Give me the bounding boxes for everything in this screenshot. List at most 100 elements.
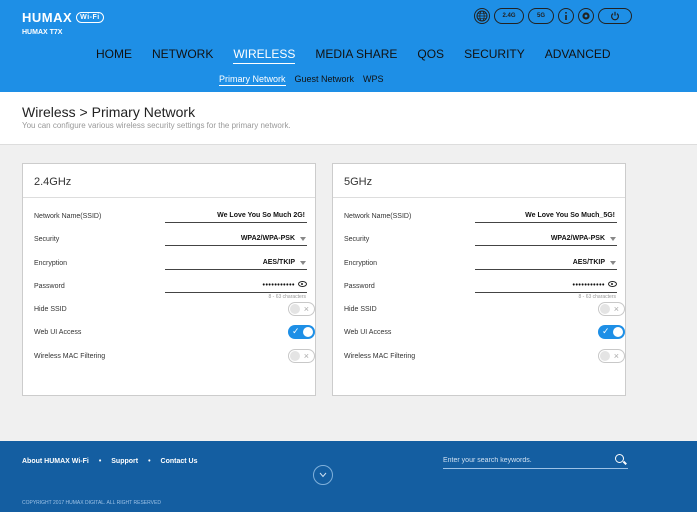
nav-qos[interactable]: QOS	[417, 47, 444, 64]
band-5g-icon[interactable]: 5G	[528, 8, 554, 24]
sub-nav: Primary Network Guest Network WPS	[219, 74, 393, 86]
nav-wireless[interactable]: WIRELESS	[233, 47, 296, 64]
chevron-down-icon	[300, 237, 306, 241]
chevron-down-icon	[610, 237, 616, 241]
toggle-knob	[290, 304, 300, 314]
check-icon: ✓	[292, 326, 300, 336]
eye-icon[interactable]	[298, 281, 307, 287]
nav-home[interactable]: HOME	[96, 47, 132, 64]
page-description: You can configure various wireless secur…	[22, 121, 291, 130]
hide-ssid-toggle[interactable]: ×	[598, 302, 625, 316]
footer-search	[443, 452, 628, 469]
power-icon[interactable]	[598, 8, 632, 24]
nav-network[interactable]: NETWORK	[152, 47, 213, 64]
row-hide-ssid: Hide SSID ×	[34, 302, 315, 320]
cross-icon: ×	[303, 304, 309, 314]
search-icon[interactable]	[615, 454, 624, 463]
page-title: Wireless > Primary Network	[22, 104, 196, 120]
encryption-select[interactable]: AES/TKIP	[165, 256, 307, 270]
password-field[interactable]: •••••••••••	[475, 279, 617, 293]
password-field[interactable]: •••••••••••	[165, 279, 307, 293]
subnav-primary-network[interactable]: Primary Network	[219, 74, 286, 86]
logo-text: HUMAX	[22, 10, 73, 25]
nav-media-share[interactable]: MEDIA SHARE	[315, 47, 397, 64]
footer-separator: •	[98, 458, 102, 465]
mac-filtering-toggle[interactable]: ×	[598, 349, 625, 363]
ssid-field[interactable]: We Love You So Much_5G!	[475, 209, 617, 223]
row-encryption: Encryption AES/TKIP	[344, 256, 617, 274]
footer-link-about[interactable]: About HUMAX Wi-Fi	[22, 458, 89, 465]
panel-2-4ghz: 2.4GHz Network Name(SSID) We Love You So…	[22, 163, 316, 396]
hide-ssid-toggle[interactable]: ×	[288, 302, 315, 316]
scroll-down-button[interactable]	[313, 465, 333, 485]
encryption-value: AES/TKIP	[572, 259, 605, 266]
label-hide-ssid: Hide SSID	[34, 306, 67, 313]
cross-icon: ×	[613, 351, 619, 361]
row-ssid: Network Name(SSID) We Love You So Much_5…	[344, 209, 617, 227]
subnav-guest-network[interactable]: Guest Network	[295, 74, 355, 86]
band-2g-label: 2.4G	[502, 13, 516, 19]
cross-icon: ×	[303, 351, 309, 361]
label-ssid: Network Name(SSID)	[344, 213, 412, 220]
footer-link-support[interactable]: Support	[111, 458, 138, 465]
toggle-knob	[613, 327, 623, 337]
label-encryption: Encryption	[34, 260, 68, 267]
label-password: Password	[34, 283, 65, 290]
copyright: COPYRIGHT 2017 HUMAX DIGITAL. ALL RIGHT …	[22, 500, 161, 506]
footer: About HUMAX Wi-Fi • Support • Contact Us…	[0, 441, 697, 512]
row-ssid: Network Name(SSID) We Love You So Much 2…	[34, 209, 307, 227]
row-web-ui: Web UI Access ✓	[34, 325, 315, 343]
password-value: •••••••••••	[572, 282, 605, 289]
row-encryption: Encryption AES/TKIP	[34, 256, 307, 274]
band-2g-icon[interactable]: 2.4G	[494, 8, 524, 24]
web-ui-access-toggle[interactable]: ✓	[288, 325, 315, 339]
security-select[interactable]: WPA2/WPA-PSK	[475, 232, 617, 246]
row-security: Security WPA2/WPA-PSK	[344, 232, 617, 250]
humax-logo[interactable]: HUMAX Wi-Fi	[22, 10, 104, 25]
chevron-down-icon	[319, 472, 327, 478]
mac-filtering-toggle[interactable]: ×	[288, 349, 315, 363]
label-web-ui: Web UI Access	[34, 329, 82, 336]
security-select[interactable]: WPA2/WPA-PSK	[165, 232, 307, 246]
search-input[interactable]	[443, 454, 608, 466]
panel-title: 2.4GHz	[23, 164, 315, 198]
nav-advanced[interactable]: ADVANCED	[545, 47, 611, 64]
ssid-field[interactable]: We Love You So Much 2G!	[165, 209, 307, 223]
row-password: Password ••••••••••• 8 - 63 characters	[344, 279, 617, 300]
chevron-down-icon	[300, 261, 306, 265]
globe-icon[interactable]	[474, 8, 490, 24]
footer-links: About HUMAX Wi-Fi • Support • Contact Us	[22, 458, 198, 465]
check-icon: ✓	[602, 326, 610, 336]
row-password: Password ••••••••••• 8 - 63 characters	[34, 279, 307, 300]
model-name: HUMAX T7X	[22, 29, 63, 36]
ssid-value: We Love You So Much 2G!	[217, 212, 305, 219]
label-mac-filter: Wireless MAC Filtering	[344, 353, 416, 360]
footer-link-contact[interactable]: Contact Us	[161, 458, 198, 465]
label-security: Security	[34, 236, 60, 243]
encryption-select[interactable]: AES/TKIP	[475, 256, 617, 270]
label-web-ui: Web UI Access	[344, 329, 392, 336]
password-hint: 8 - 63 characters	[578, 294, 616, 300]
toggle-knob	[303, 327, 313, 337]
toggle-knob	[600, 304, 610, 314]
row-security: Security WPA2/WPA-PSK	[34, 232, 307, 250]
info-icon[interactable]	[558, 8, 574, 24]
label-ssid: Network Name(SSID)	[34, 213, 102, 220]
label-hide-ssid: Hide SSID	[344, 306, 377, 313]
ssid-value: We Love You So Much_5G!	[525, 212, 615, 219]
subnav-wps[interactable]: WPS	[363, 74, 384, 86]
web-ui-access-toggle[interactable]: ✓	[598, 325, 625, 339]
row-hide-ssid: Hide SSID ×	[344, 302, 625, 320]
label-encryption: Encryption	[344, 260, 378, 267]
eye-icon[interactable]	[608, 281, 617, 287]
main-nav: HOME NETWORK WIRELESS MEDIA SHARE QOS SE…	[96, 47, 631, 64]
label-mac-filter: Wireless MAC Filtering	[34, 353, 106, 360]
password-hint: 8 - 63 characters	[268, 294, 306, 300]
label-security: Security	[344, 236, 370, 243]
security-value: WPA2/WPA-PSK	[240, 235, 295, 242]
settings-icon[interactable]	[578, 8, 594, 24]
row-mac-filter: Wireless MAC Filtering ×	[34, 349, 315, 367]
nav-security[interactable]: SECURITY	[464, 47, 525, 64]
row-web-ui: Web UI Access ✓	[344, 325, 625, 343]
encryption-value: AES/TKIP	[262, 259, 295, 266]
